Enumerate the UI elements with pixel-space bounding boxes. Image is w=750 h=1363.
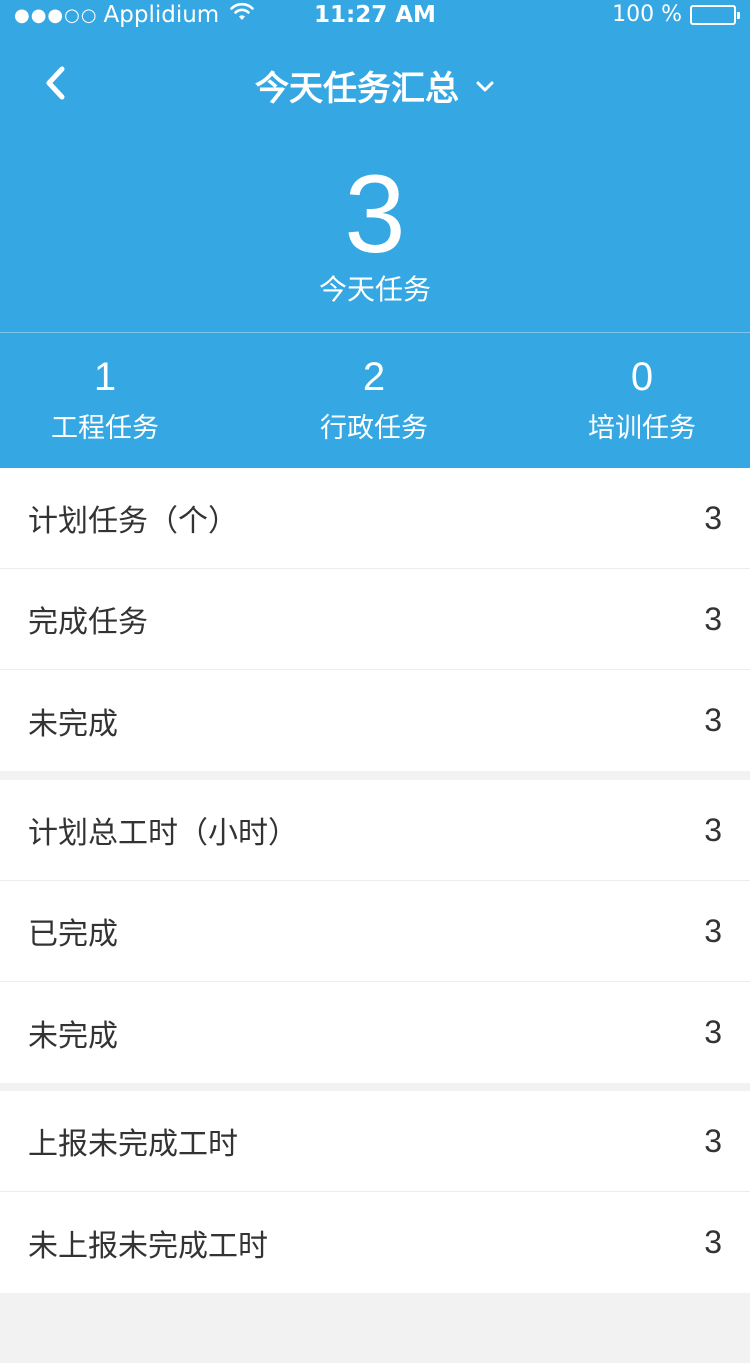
work-hours-group: 计划总工时（小时） 3 已完成 3 未完成 3 (0, 780, 750, 1083)
header-divider (0, 332, 750, 333)
status-right: 100 % (612, 2, 740, 27)
row-value: 3 (704, 600, 722, 637)
row-label: 计划总工时（小时） (28, 816, 298, 851)
status-bar: ●●●○○ Applidium 11:27 AM 100 % (0, 0, 750, 32)
list-item: 未完成 3 (0, 670, 750, 771)
stat-training[interactable]: 0 培训任务 (532, 352, 750, 445)
battery-icon (690, 4, 740, 25)
list-item: 完成任务 3 (0, 569, 750, 670)
row-value: 3 (704, 912, 722, 949)
page-title: 今天任务汇总 (255, 68, 459, 109)
list-item: 未上报未完成工时 3 (0, 1192, 750, 1293)
row-value: 3 (704, 499, 722, 536)
chevron-left-icon (43, 65, 67, 105)
total-task-count: 3 (344, 153, 406, 276)
row-label: 计划任务（个） (28, 504, 238, 539)
total-task-label: 今天任务 (318, 273, 431, 306)
row-value: 3 (704, 702, 722, 738)
reporting-group: 上报未完成工时 3 未上报未完成工时 3 (0, 1091, 750, 1293)
stat-value: 1 (93, 355, 117, 399)
row-value: 3 (704, 1224, 722, 1260)
title-dropdown[interactable]: 今天任务汇总 (0, 50, 750, 120)
list-item: 计划任务（个） 3 (0, 468, 750, 569)
row-value: 3 (704, 811, 722, 848)
nav-bar: 今天任务汇总 (0, 50, 750, 120)
row-label: 已完成 (28, 917, 118, 952)
battery-percent: 100 % (612, 2, 682, 27)
row-label: 未完成 (28, 1018, 118, 1054)
row-label: 上报未完成工时 (28, 1127, 238, 1162)
back-button[interactable] (30, 60, 80, 110)
row-value: 3 (704, 1122, 722, 1159)
row-label: 未上报未完成工时 (28, 1228, 268, 1264)
task-count-group: 计划任务（个） 3 完成任务 3 未完成 3 (0, 468, 750, 771)
stat-label: 工程任务 (51, 413, 159, 444)
row-label: 未完成 (28, 706, 118, 742)
stat-value: 2 (362, 355, 386, 399)
row-label: 完成任务 (28, 605, 148, 640)
stat-engineering[interactable]: 1 工程任务 (0, 352, 215, 445)
stat-administrative[interactable]: 2 行政任务 (264, 352, 484, 445)
row-value: 3 (704, 1014, 722, 1050)
task-type-stats: 1 工程任务 2 行政任务 0 培训任务 (0, 352, 750, 452)
list-item: 上报未完成工时 3 (0, 1091, 750, 1192)
list-item: 计划总工时（小时） 3 (0, 780, 750, 881)
chevron-down-icon (475, 79, 495, 98)
stat-label: 培训任务 (588, 413, 696, 444)
stat-label: 行政任务 (320, 413, 428, 444)
stat-value: 0 (630, 355, 654, 399)
summary-header: ●●●○○ Applidium 11:27 AM 100 % 今天任务汇总 3 … (0, 0, 750, 468)
list-item: 已完成 3 (0, 881, 750, 982)
list-item: 未完成 3 (0, 982, 750, 1083)
